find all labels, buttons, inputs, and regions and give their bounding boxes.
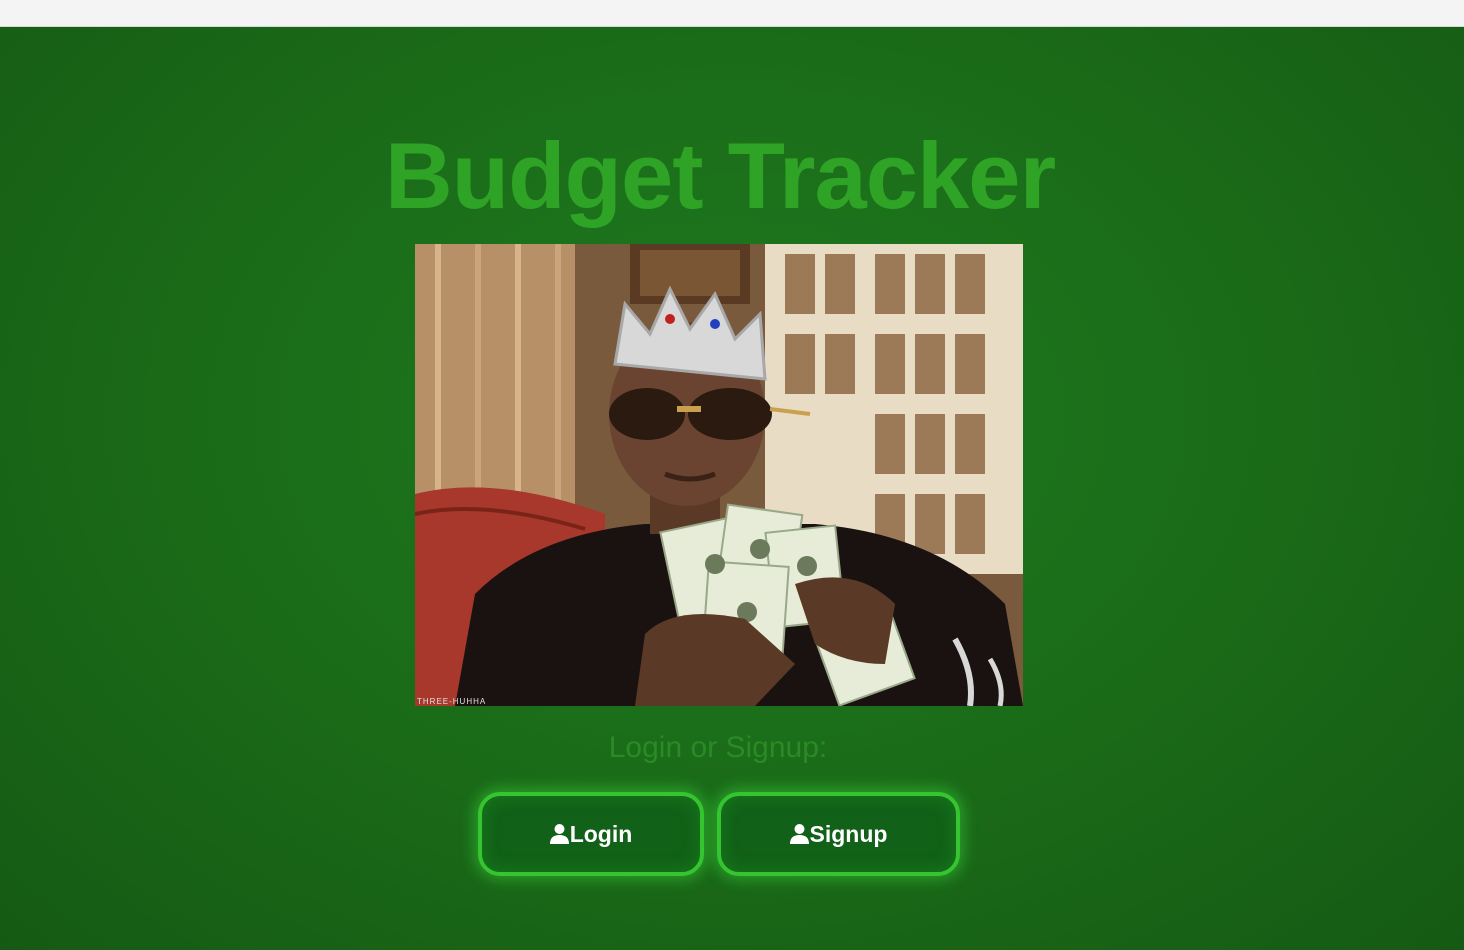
auth-prompt: Login or Signup: (608, 731, 828, 764)
page-title: Budget Tracker (384, 123, 1056, 228)
user-icon (789, 823, 809, 845)
landing-page: Budget Tracker THREE-HUHHA Login or Sign… (0, 27, 1464, 950)
hero-illustration: THREE-HUHHA (415, 244, 1023, 706)
hero-image: THREE-HUHHA (415, 244, 1023, 706)
signup-button[interactable]: Signup (717, 792, 960, 876)
hero-watermark: THREE-HUHHA (417, 697, 486, 706)
browser-top-strip (0, 0, 1464, 27)
login-button[interactable]: Login (478, 792, 704, 876)
signup-button-label: Signup (809, 820, 888, 847)
user-icon (549, 823, 569, 845)
login-button-label: Login (569, 820, 633, 847)
